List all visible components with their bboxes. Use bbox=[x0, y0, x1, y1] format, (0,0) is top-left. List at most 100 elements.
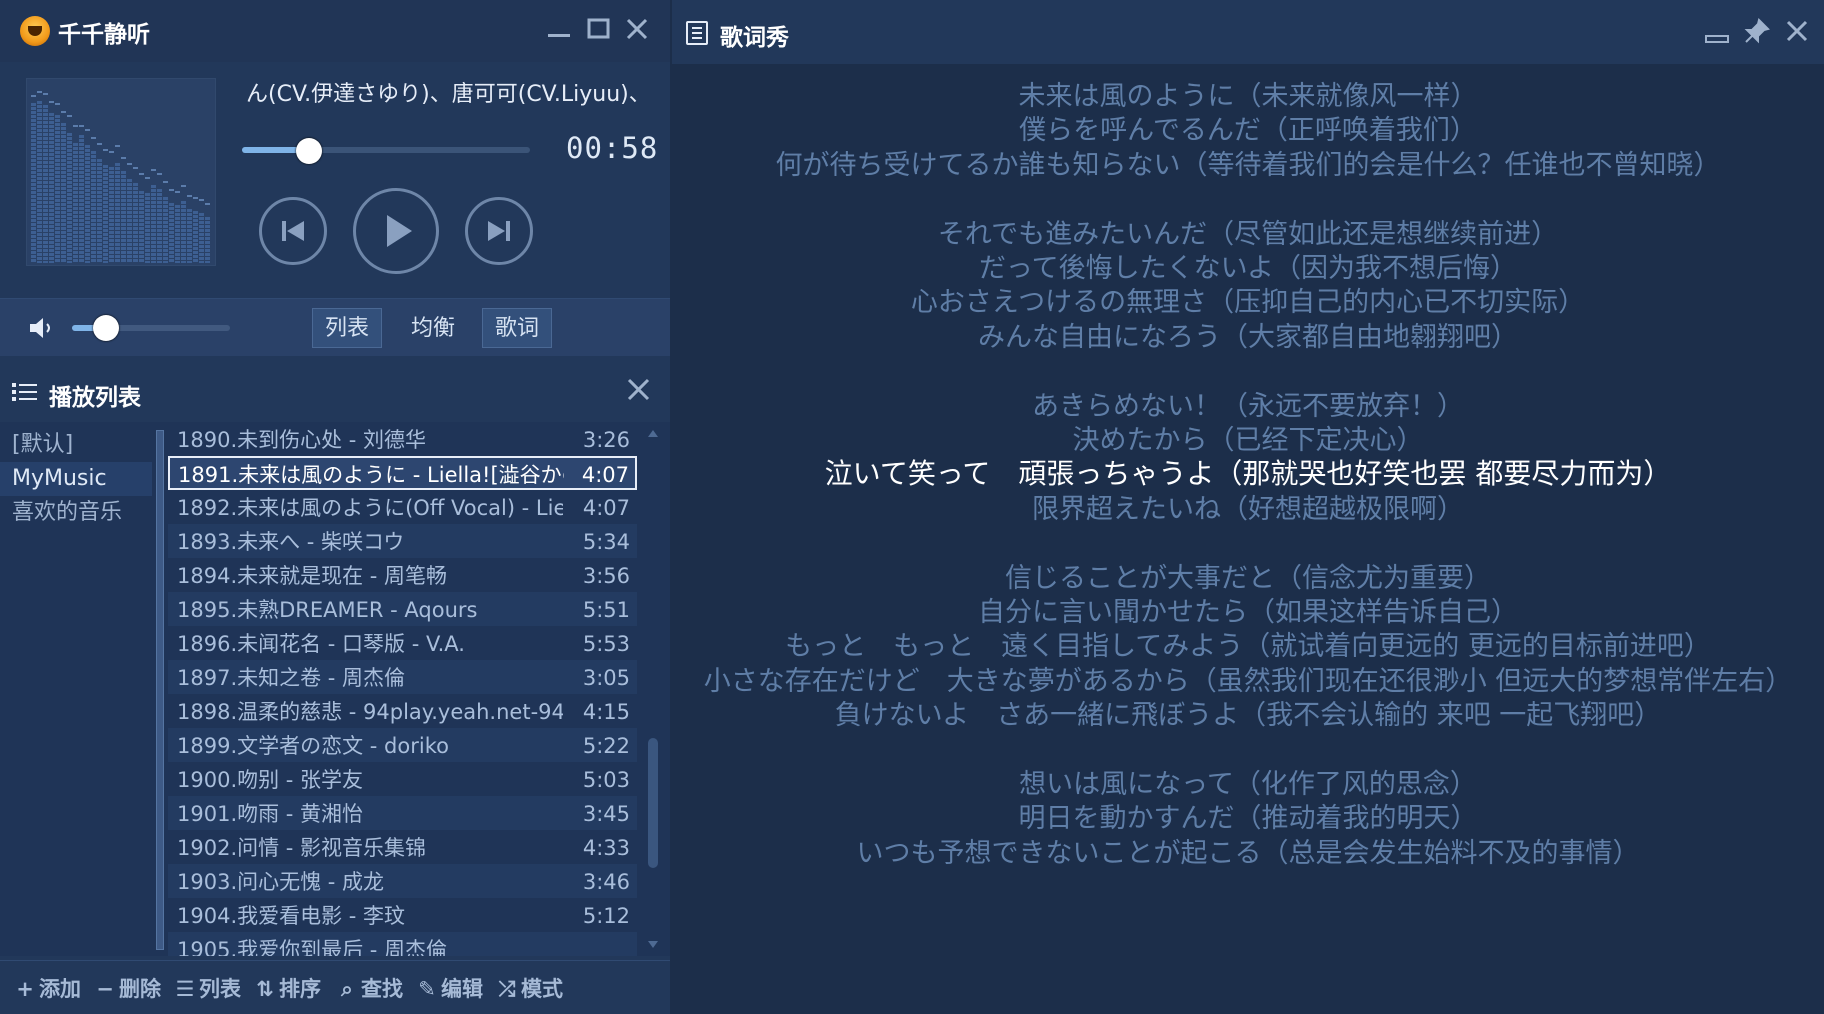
track-row[interactable]: 1899.文学者の恋文 - doriko 5:22 bbox=[168, 728, 637, 762]
track-row[interactable]: 1898.温柔的慈悲 - 94play.yeah.net-94play 4:15 bbox=[168, 694, 637, 728]
track-row[interactable]: 1890.未到伤心处 - 刘德华 3:26 bbox=[168, 422, 637, 456]
track-name: 1897.未知之卷 - 周杰倫 bbox=[177, 666, 406, 690]
toolbar-button[interactable]: ⤮ 模式 bbox=[496, 975, 563, 1003]
spectrum-bar bbox=[145, 193, 150, 263]
spectrum-bar bbox=[73, 143, 78, 263]
track-duration: 5:53 bbox=[582, 632, 630, 656]
track-name: 1891.未来は風のように - Liella![澁谷かのん(CV.伊達さゆり)、… bbox=[178, 463, 564, 487]
track-row[interactable]: 1902.问情 - 影视音乐集锦 4:33 bbox=[168, 830, 637, 864]
playlist-scrollbar[interactable] bbox=[644, 428, 662, 950]
track-row[interactable]: 1895.未熟DREAMER - Aqours 5:51 bbox=[168, 592, 637, 626]
toolbar-button[interactable]: ✎ 编辑 bbox=[416, 975, 483, 1003]
spectrum-bar bbox=[103, 165, 108, 263]
list-icon: ☰ bbox=[175, 977, 195, 1001]
toolbar-label: 删除 bbox=[119, 977, 161, 1001]
track-row[interactable]: 1901.吻雨 - 黄湘怡 3:45 bbox=[168, 796, 637, 830]
spectrum-bar bbox=[67, 133, 72, 263]
spectrum-bar bbox=[49, 113, 54, 263]
spectrum-bar bbox=[37, 101, 42, 263]
maximize-icon[interactable] bbox=[584, 14, 614, 44]
plus-icon: + bbox=[16, 977, 34, 1001]
track-row[interactable]: 1904.我爱看电影 - 李玟 5:12 bbox=[168, 898, 637, 932]
lyric-line: 決めたから（已经下定决心） bbox=[1072, 425, 1424, 456]
spectrum-peak bbox=[85, 129, 90, 131]
spectrum-bar bbox=[85, 145, 90, 263]
volume-knob[interactable] bbox=[93, 315, 119, 341]
play-button[interactable] bbox=[353, 188, 439, 274]
lyrics-titlebar[interactable]: 歌词秀 bbox=[672, 0, 1824, 64]
spectrum-peak bbox=[109, 151, 114, 153]
track-row[interactable]: 1896.未闻花名 - 口琴版 - V.A. 5:53 bbox=[168, 626, 637, 660]
scroll-up-icon[interactable] bbox=[648, 430, 658, 437]
toolbar-button[interactable]: ☰ 列表 bbox=[174, 975, 241, 1003]
lyric-line: 負けないよ さあ一緒に飛ぼうよ（我不会认输的 来吧 一起飞翔吧） bbox=[834, 700, 1662, 732]
play-icon bbox=[387, 215, 412, 247]
spectrum-bar bbox=[97, 159, 102, 263]
spectrum-peak bbox=[61, 111, 66, 113]
spectrum-bar bbox=[199, 213, 204, 263]
track-duration: 5:12 bbox=[582, 904, 630, 928]
spectrum-bar bbox=[163, 197, 168, 263]
close-icon[interactable] bbox=[622, 14, 652, 44]
lyric-line: 限界超えたいね（好想超越极限啊） bbox=[1032, 493, 1464, 525]
progress-knob[interactable] bbox=[296, 138, 322, 164]
minimize-icon[interactable] bbox=[1702, 16, 1732, 46]
pin-icon[interactable] bbox=[1742, 16, 1772, 46]
scroll-down-icon[interactable] bbox=[648, 941, 658, 948]
toolbar-label: 排序 bbox=[279, 977, 321, 1001]
scrollbar-thumb[interactable] bbox=[648, 738, 658, 868]
panel-splitter[interactable] bbox=[156, 430, 164, 950]
playlist-toolbar: + 添加 − 删除 ☰ 列表 ⇅ 排序 ⌕ 查找 ✎ 编辑 ⤮ 模式 bbox=[0, 960, 670, 1014]
category-default[interactable]: [默认] bbox=[0, 428, 152, 462]
track-row[interactable]: 1905.我爱你到最后 - 周杰倫 bbox=[168, 932, 637, 956]
speaker-icon[interactable] bbox=[28, 315, 56, 341]
lyric-line: 僕らを呼んでるんだ（正呼唤着我们） bbox=[1019, 115, 1477, 147]
tab-lyrics[interactable]: 歌词 bbox=[482, 308, 553, 348]
lyric-line: 未来は風のように（未来就像风一样） bbox=[1018, 81, 1478, 112]
spectrum-bar bbox=[169, 203, 174, 263]
spectrum-peak bbox=[193, 197, 198, 199]
previous-button[interactable] bbox=[259, 197, 327, 265]
player-titlebar[interactable]: 千千静听 bbox=[0, 0, 670, 62]
lyric-line: もっと もっと 遠く目指してみよう（就试着向更远的 更远的目标前进吧） bbox=[785, 631, 1711, 663]
track-list: 1890.未到伤心处 - 刘德华 3:26 1891.未来は風のように - Liel… bbox=[168, 422, 638, 956]
track-row[interactable]: 1897.未知之卷 - 周杰倫 3:05 bbox=[168, 660, 637, 694]
category-favorites[interactable]: 喜欢的音乐 bbox=[0, 496, 152, 530]
track-row[interactable]: 1892.未来は風のように(Off Vocal) - Liella! 4:07 bbox=[168, 490, 637, 524]
lyric-line: いつも予想できないことが起こる（总是会发生始料不及的事情） bbox=[856, 837, 1640, 869]
spectrum-peak bbox=[181, 185, 186, 187]
close-icon[interactable] bbox=[1782, 16, 1812, 46]
minimize-icon[interactable] bbox=[544, 12, 574, 42]
progress-slider[interactable] bbox=[242, 147, 530, 153]
lyric-line: 自分に言い聞かせたら（如果这样告诉自己） bbox=[978, 597, 1518, 628]
spectrum-peak bbox=[139, 173, 144, 175]
track-row[interactable]: 1893.未来へ - 柴咲コウ 5:34 bbox=[168, 524, 637, 558]
sort-icon: ⇅ bbox=[256, 977, 274, 1001]
spectrum-peak bbox=[43, 93, 48, 95]
spectrum-peak bbox=[79, 125, 84, 127]
spectrum-peak bbox=[91, 137, 96, 139]
spectrum-peak bbox=[55, 103, 60, 105]
track-duration: 5:51 bbox=[582, 598, 630, 622]
toolbar-button[interactable]: ⇅ 排序 bbox=[254, 975, 321, 1003]
spectrum-peak bbox=[49, 101, 54, 103]
toolbar-button[interactable]: ⌕ 查找 bbox=[336, 975, 403, 1003]
track-row[interactable]: 1900.吻别 - 张学友 5:03 bbox=[168, 762, 637, 796]
tab-equalizer[interactable]: 均衡 bbox=[398, 308, 468, 348]
track-row[interactable]: 1894.未来就是现在 - 周笔畅 3:56 bbox=[168, 558, 637, 592]
track-duration: 4:07 bbox=[581, 463, 629, 487]
category-mymusic[interactable]: MyMusic bbox=[0, 462, 152, 496]
spectrum-bar bbox=[115, 163, 120, 263]
elapsed-time: 00:58 bbox=[566, 131, 659, 165]
spectrum-peak bbox=[163, 181, 168, 183]
tab-playlist[interactable]: 列表 bbox=[312, 308, 383, 348]
close-icon[interactable] bbox=[624, 374, 654, 412]
track-duration: 4:15 bbox=[582, 700, 630, 724]
list-icon bbox=[12, 383, 37, 401]
track-row[interactable]: 1903.问心无愧 - 成龙 3:46 bbox=[168, 864, 637, 898]
add-button[interactable]: + 添加 bbox=[14, 975, 81, 1003]
toolbar-button[interactable]: − 删除 bbox=[94, 975, 161, 1003]
lyric-line: 信じることが大事だと（信念尤为重要） bbox=[1005, 562, 1491, 594]
track-row[interactable]: 1891.未来は風のように - Liella![澁谷かのん(CV.伊達さゆり)、… bbox=[168, 456, 637, 490]
next-button[interactable] bbox=[465, 197, 533, 265]
